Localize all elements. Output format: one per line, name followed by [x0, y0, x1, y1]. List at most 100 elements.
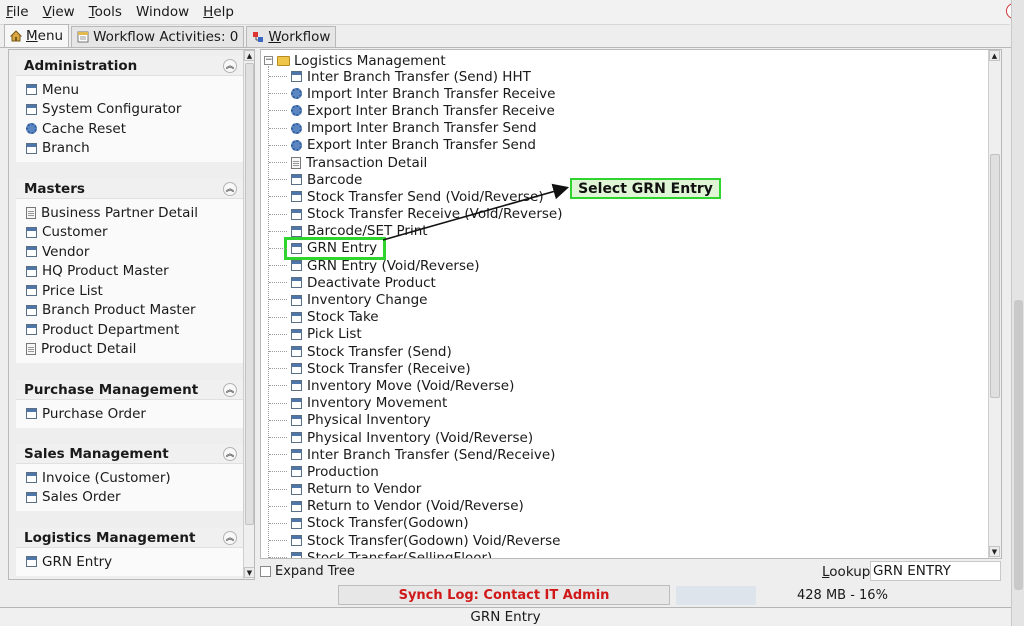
- form-icon: [291, 311, 302, 323]
- sidebar-item-product-detail[interactable]: Product Detail: [26, 340, 243, 360]
- menu-view[interactable]: View: [43, 4, 75, 20]
- window-scrollbar-thumb[interactable]: [1014, 300, 1023, 590]
- sidebar-item-customer[interactable]: Customer: [26, 223, 243, 243]
- menu-file[interactable]: File: [6, 4, 29, 20]
- sidebar-item-system-configurator[interactable]: System Configurator: [26, 100, 243, 120]
- tree-item[interactable]: Stock Transfer(Godown): [269, 515, 563, 532]
- document-icon: [26, 206, 36, 219]
- menu-tools[interactable]: Tools: [89, 4, 122, 20]
- tree-item[interactable]: Deactivate Product: [269, 274, 563, 291]
- window-scrollbar[interactable]: [1011, 0, 1024, 626]
- sidebar-item-cache-reset[interactable]: Cache Reset: [26, 119, 243, 139]
- sidebar-item-purchase-order[interactable]: Purchase Order: [26, 404, 243, 424]
- tree-item[interactable]: Stock Transfer (Receive): [269, 360, 563, 377]
- tree-item[interactable]: Inventory Movement: [269, 395, 563, 412]
- tree-item-label: GRN Entry: [307, 240, 378, 257]
- tree-item[interactable]: Return to Vendor (Void/Reverse): [269, 498, 563, 515]
- tree-item[interactable]: Export Inter Branch Transfer Receive: [269, 102, 563, 119]
- tab-workflow[interactable]: Workflow: [246, 26, 337, 47]
- tree-item-label: Transaction Detail: [306, 154, 428, 171]
- lookup-input[interactable]: GRN ENTRY: [870, 561, 1001, 581]
- sidebar-item-sales-order[interactable]: Sales Order: [26, 488, 243, 508]
- status-bar: Synch Log: Contact IT Admin 428 MB - 16%: [0, 585, 1011, 607]
- section-header[interactable]: Administration ︽: [16, 56, 243, 76]
- scroll-up-icon[interactable]: ▲: [989, 50, 1000, 61]
- tree-item[interactable]: Inter Branch Transfer (Send) HHT: [269, 68, 563, 85]
- tree-item[interactable]: Inter Branch Transfer (Send/Receive): [269, 446, 563, 463]
- collapse-icon[interactable]: ︽: [223, 446, 237, 461]
- tree-item[interactable]: Barcode/SET Print: [269, 223, 563, 240]
- tree-item[interactable]: Inventory Change: [269, 291, 563, 308]
- tree-item[interactable]: Import Inter Branch Transfer Receive: [269, 85, 563, 102]
- collapse-icon[interactable]: ︽: [223, 181, 237, 196]
- form-icon: [291, 449, 302, 461]
- tree-item-label: Inter Branch Transfer (Send) HHT: [307, 68, 531, 85]
- form-icon: [26, 408, 37, 420]
- menu-window[interactable]: Window: [136, 4, 189, 20]
- tree-item[interactable]: Inventory Move (Void/Reverse): [269, 377, 563, 394]
- collapse-icon[interactable]: ︽: [223, 58, 237, 73]
- section-header[interactable]: Purchase Management ︽: [16, 380, 243, 400]
- form-icon: [291, 414, 302, 426]
- collapse-icon[interactable]: ︽: [223, 530, 237, 545]
- sidebar-item-price-list[interactable]: Price List: [26, 281, 243, 301]
- sidebar-item-product-department[interactable]: Product Department: [26, 320, 243, 340]
- sidebar-item-invoice-customer[interactable]: Invoice (Customer): [26, 468, 243, 488]
- form-icon: [291, 294, 302, 306]
- collapse-icon[interactable]: ︽: [223, 382, 237, 397]
- gear-icon: [26, 123, 37, 135]
- tree-scrollbar[interactable]: ▲ ▼: [988, 50, 1001, 558]
- expand-tree-label[interactable]: Expand Tree: [275, 564, 355, 579]
- form-icon: [291, 483, 302, 495]
- tree-item[interactable]: Barcode: [269, 171, 563, 188]
- tree-item[interactable]: Production: [269, 463, 563, 480]
- scroll-up-icon[interactable]: ▲: [244, 50, 254, 61]
- tree-item[interactable]: Return to Vendor: [269, 481, 563, 498]
- tab-menu[interactable]: Menu: [4, 24, 70, 47]
- form-icon: [291, 225, 302, 237]
- tree-item[interactable]: Stock Transfer Receive (Void/Reverse): [269, 206, 563, 223]
- collapse-node-icon[interactable]: −: [264, 56, 273, 65]
- tree-item[interactable]: Physical Inventory (Void/Reverse): [269, 429, 563, 446]
- section-header[interactable]: Sales Management ︽: [16, 444, 243, 464]
- tree-item[interactable]: Stock Take: [269, 309, 563, 326]
- tree-item[interactable]: Stock Transfer(Godown) Void/Reverse: [269, 532, 563, 549]
- sidebar-item-hq-product-master[interactable]: HQ Product Master: [26, 262, 243, 282]
- tree-item[interactable]: GRN Entry: [269, 236, 386, 261]
- form-icon: [291, 466, 302, 478]
- tree-item[interactable]: Transaction Detail: [269, 154, 563, 171]
- tree-item[interactable]: Import Inter Branch Transfer Send: [269, 120, 563, 137]
- menu-help[interactable]: Help: [203, 4, 234, 20]
- tree-item-label: Pick List: [307, 326, 362, 343]
- sidebar-item-branch[interactable]: Branch: [26, 139, 243, 159]
- tree-root-node[interactable]: − Logistics Management: [264, 52, 446, 69]
- tree-item-label: Inventory Movement: [307, 395, 448, 412]
- synch-log-button[interactable]: Synch Log: Contact IT Admin: [338, 585, 670, 605]
- form-icon: [291, 363, 302, 375]
- sidebar-item-grn-entry[interactable]: GRN Entry: [26, 552, 243, 572]
- sidebar-scrollbar-thumb[interactable]: [245, 63, 254, 525]
- tree-item[interactable]: Stock Transfer (Send): [269, 343, 563, 360]
- form-icon: [291, 191, 302, 203]
- form-icon: [26, 285, 37, 297]
- tree-item[interactable]: Physical Inventory: [269, 412, 563, 429]
- sidebar-item-business-partner-detail[interactable]: Business Partner Detail: [26, 203, 243, 223]
- sidebar-item-menu[interactable]: Menu: [26, 80, 243, 100]
- tree-item[interactable]: Stock Transfer Send (Void/Reverse): [269, 188, 563, 205]
- section-header[interactable]: Masters ︽: [16, 179, 243, 199]
- sidebar-item-vendor[interactable]: Vendor: [26, 242, 243, 262]
- form-icon: [291, 500, 302, 512]
- tree-item[interactable]: Export Inter Branch Transfer Send: [269, 137, 563, 154]
- home-icon: [10, 30, 22, 42]
- tree-item[interactable]: Stock Transfer(SellingFloor): [269, 549, 563, 558]
- scroll-down-icon[interactable]: ▼: [244, 567, 254, 578]
- section-header[interactable]: Logistics Management ︽: [16, 528, 243, 548]
- sidebar-item-branch-product-master[interactable]: Branch Product Master: [26, 301, 243, 321]
- sidebar-scrollbar[interactable]: ▲ ▼: [243, 50, 254, 579]
- scroll-down-icon[interactable]: ▼: [989, 546, 1000, 557]
- tree-item[interactable]: GRN Entry (Void/Reverse): [269, 257, 563, 274]
- tree-scrollbar-thumb[interactable]: [990, 154, 1000, 398]
- tab-workflow-activities[interactable]: Workflow Activities: 0: [71, 26, 245, 47]
- tree-item[interactable]: Pick List: [269, 326, 563, 343]
- expand-tree-checkbox[interactable]: [260, 566, 271, 577]
